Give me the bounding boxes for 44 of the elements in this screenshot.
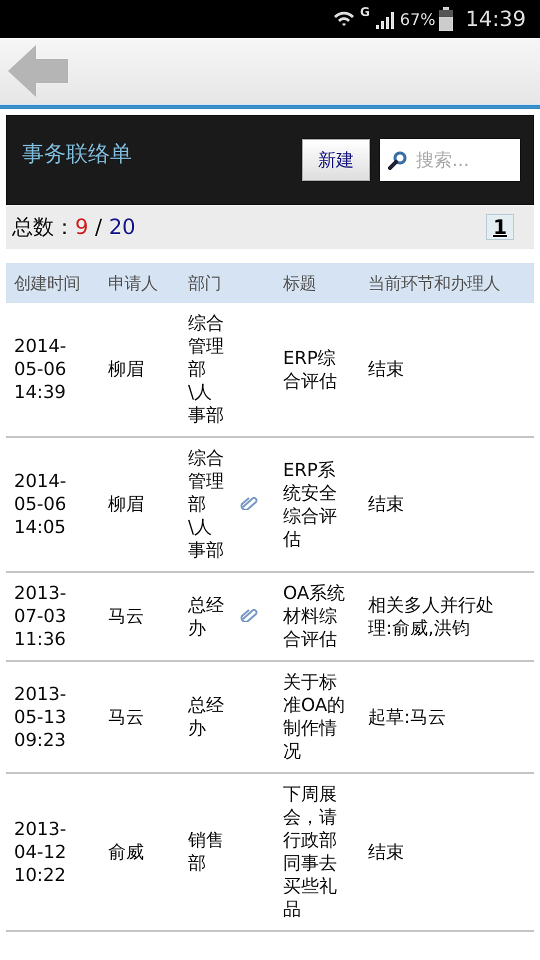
column-header: 当前环节和办理人 (360, 263, 534, 303)
table-cell-text: 2014-05-06 14:05 (14, 470, 68, 539)
table-cell-text: 销售部 (188, 829, 225, 875)
table-cell-text: 总经办 (188, 594, 225, 640)
table-cell: 柳眉 (108, 493, 144, 516)
signal-icon (374, 9, 396, 29)
table-cell-text: 综合管理部\人事部 (188, 447, 225, 562)
table-cell: 起草:马云 (368, 706, 446, 728)
table-cell: 柳眉 (108, 358, 144, 381)
column-header: 申请人 (100, 263, 180, 303)
battery-level: 67% (400, 10, 436, 28)
table-cell-text: 2013-05-13 09:23 (14, 682, 68, 752)
table-cell: 结束 (368, 840, 404, 864)
search-input[interactable]: 搜索... (414, 148, 518, 172)
table-cell-text: 2013-07-03 11:36 (14, 582, 68, 651)
column-header: 标题 (275, 263, 360, 303)
table-cell: 俞威 (108, 840, 144, 864)
table-cell-text: ERP系统安全综合评估 (283, 458, 338, 550)
total-count: 总数：9 / 20 (12, 214, 136, 241)
table-cell-text: 相关多人并行处理:俞威,洪钧 (368, 594, 495, 640)
table-cell: 关于标准OA的制作情况 (283, 671, 346, 763)
column-header: 创建时间 (6, 263, 100, 303)
search-field[interactable]: 搜索... (380, 139, 520, 181)
battery-icon (439, 7, 454, 31)
table-cell: 结束 (368, 493, 404, 516)
table-cell-text: 下周展会，请行政部同事去买些礼品 (283, 783, 338, 921)
table-cell-text: 2014-05-06 14:39 (14, 335, 68, 404)
network-type: G (360, 5, 370, 19)
back-button[interactable] (8, 45, 68, 97)
new-button[interactable]: 新建 (302, 139, 370, 181)
table-cell-text: ERP综合评估 (283, 346, 338, 392)
table-cell: 马云 (108, 605, 144, 628)
table-cell: 结束 (368, 358, 404, 381)
search-icon (388, 150, 408, 170)
clock: 14:39 (465, 7, 526, 31)
table-cell: OA系统材料综合评估 (283, 582, 346, 651)
column-header: 部门 (180, 263, 240, 303)
table-cell-text: 总经办 (188, 694, 225, 740)
table-cell-text: 综合管理部\人事部 (188, 312, 225, 427)
back-arrow-icon (8, 45, 68, 97)
page-link[interactable]: 1 (486, 214, 514, 240)
table-cell: 马云 (108, 706, 144, 728)
page-title: 事务联络单 (22, 141, 133, 169)
table-cell-text: 2013-04-12 10:22 (14, 818, 68, 886)
